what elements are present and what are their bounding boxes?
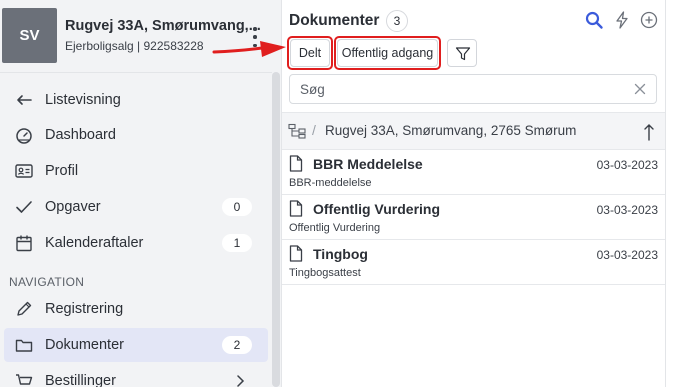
sidebar-item-label: Listevisning [45,92,121,108]
id-card-icon [15,164,33,178]
document-row[interactable]: Tingbog Tingbogsattest 03-03-2023 [282,240,666,285]
lightning-icon[interactable] [612,10,632,30]
file-icon [289,155,303,172]
arrow-up-icon[interactable] [643,122,655,142]
search-placeholder: Søg [300,82,325,97]
sidebar-item-profil[interactable]: Profil [4,154,268,188]
count-badge: 2 [222,336,252,354]
avatar[interactable]: SV [2,8,57,63]
breadcrumb: / Rugvej 33A, Smørumvang, 2765 Smørum [282,112,666,150]
breadcrumb-path[interactable]: Rugvej 33A, Smørumvang, 2765 Smørum [325,123,576,138]
calendar-icon [16,235,32,252]
sidebar-item-label: Dokumenter [45,337,124,353]
sidebar-item-label: Registrering [45,301,124,317]
folder-tree-icon[interactable] [288,123,306,139]
document-type: Tingbogsattest [289,267,361,279]
document-date: 03-03-2023 [596,158,658,172]
cart-icon [16,374,33,385]
document-name[interactable]: Offentlig Vurdering [313,201,440,217]
sidebar-item-dashboard[interactable]: Dashboard [4,118,268,152]
app-window: SV Rugvej 33A, Smørumvang,... Ejerboligs… [0,0,676,387]
document-type: Offentlig Vurdering [289,222,381,234]
sidebar-item-label: Dashboard [45,127,116,143]
file-icon [289,200,303,217]
file-icon [289,245,303,262]
annotation-highlight-box [287,36,333,70]
breadcrumb-separator: / [312,122,316,138]
folder-icon [15,339,33,352]
document-date: 03-03-2023 [596,203,658,217]
sidebar-item-bestillinger[interactable]: Bestillinger [4,364,268,387]
filter-button[interactable] [447,39,477,67]
document-name[interactable]: BBR Meddelelse [313,156,423,172]
search-icon[interactable] [584,10,604,30]
document-row[interactable]: Offentlig Vurdering Offentlig Vurdering … [282,195,666,240]
annotation-highlight-box [334,36,441,70]
documents-panel: Dokumenter 3 Delt Offentlig adgang Søg /… [282,0,676,387]
check-icon [16,201,32,213]
sidebar-item-kalenderaftaler[interactable]: Kalenderaftaler 1 [4,226,268,260]
sidebar-item-dokumenter[interactable]: Dokumenter 2 [4,328,268,362]
sidebar-item-opgaver[interactable]: Opgaver 0 [4,190,268,224]
sidebar-divider [0,72,272,73]
pencil-icon [17,301,32,316]
sidebar-scrollbar[interactable] [272,72,280,387]
search-input[interactable]: Søg [289,74,657,104]
case-title: Rugvej 33A, Smørumvang,... [65,18,261,34]
arrow-left-icon [17,95,32,105]
document-type: BBR-meddelelse [289,177,372,189]
sidebar-item-label: Opgaver [45,199,101,215]
panel-border [665,0,666,387]
annotation-arrow-icon [212,41,286,57]
sidebar-item-label: Kalenderaftaler [45,235,144,251]
sidebar-item-label: Profil [45,163,79,179]
chevron-right-icon[interactable] [234,373,246,387]
count-badge: 1 [222,234,252,252]
sidebar-item-label: Bestillinger [45,373,116,387]
add-circle-icon[interactable] [639,10,659,30]
document-date: 03-03-2023 [596,248,658,262]
section-label-navigation: NAVIGATION [9,275,85,289]
document-count-badge: 3 [386,10,408,32]
gauge-icon [16,128,32,144]
case-subtitle: Ejerboligsalg | 922583228 [65,39,204,53]
clear-icon[interactable] [634,83,646,95]
sidebar-item-registrering[interactable]: Registrering [4,292,268,326]
funnel-icon [455,47,471,61]
document-name[interactable]: Tingbog [313,246,368,262]
count-badge: 0 [222,198,252,216]
document-row[interactable]: BBR Meddelelse BBR-meddelelse 03-03-2023 [282,150,666,195]
sidebar-item-listevisning[interactable]: Listevisning [4,83,268,117]
page-title: Dokumenter [289,12,380,29]
